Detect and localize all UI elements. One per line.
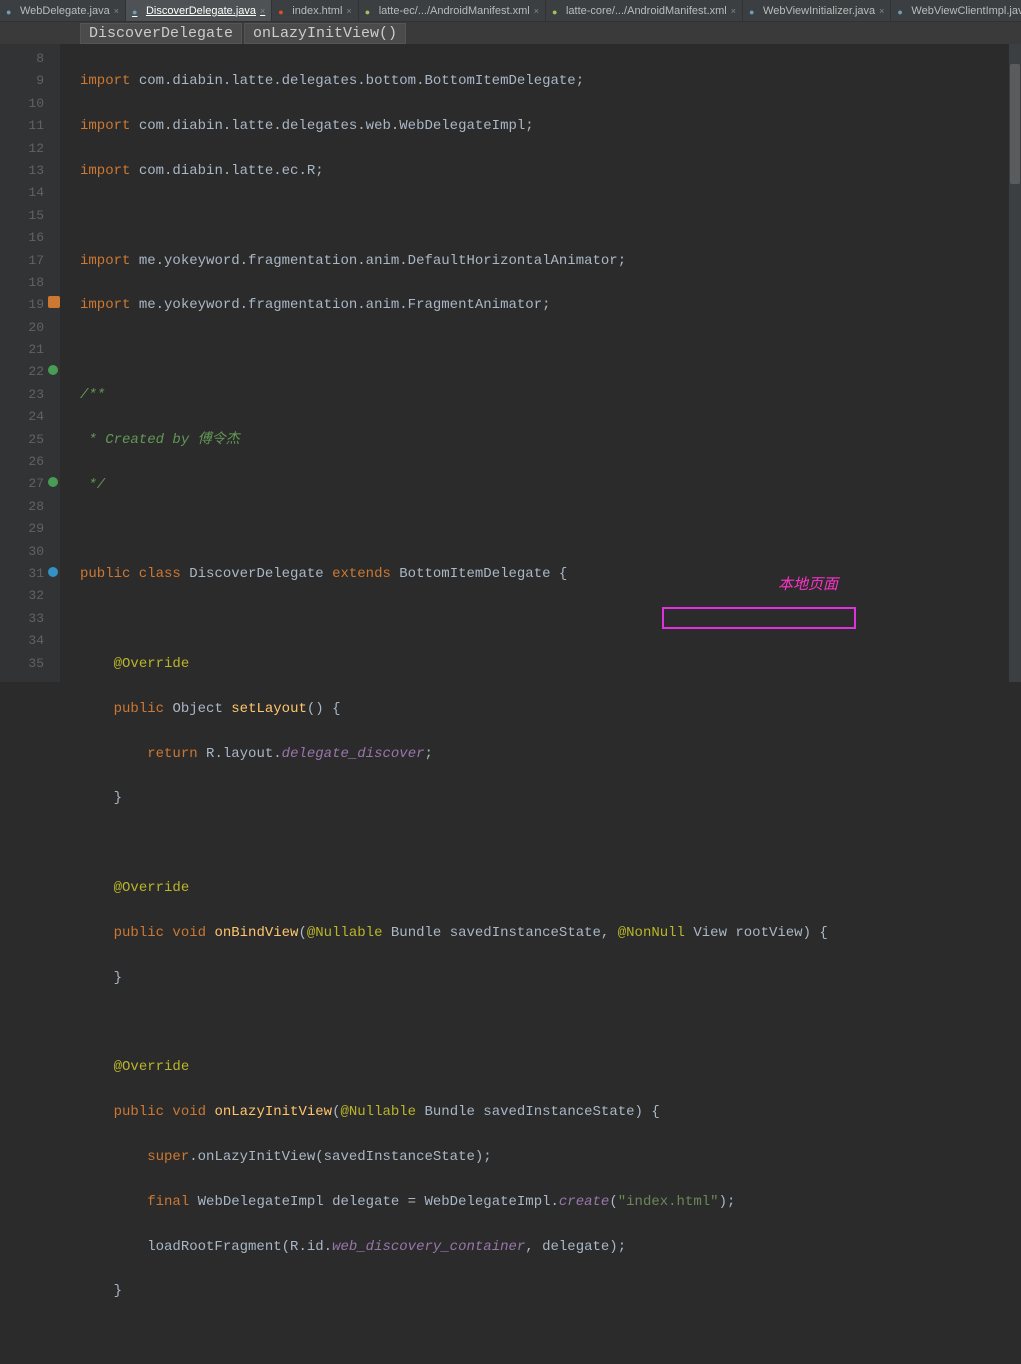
code-pane[interactable]: import com.diabin.latte.delegates.bottom… xyxy=(60,44,1021,682)
java-icon xyxy=(6,6,16,16)
gutter-mark-icon[interactable] xyxy=(48,296,60,308)
close-icon[interactable]: × xyxy=(346,6,351,16)
line-number: 23 xyxy=(0,384,44,406)
tab-index-html[interactable]: index.html× xyxy=(272,0,358,21)
line-number: 18 xyxy=(0,272,44,294)
xml-icon xyxy=(365,6,375,16)
line-number: 25 xyxy=(0,429,44,451)
line-number: 26 xyxy=(0,451,44,473)
line-number: 10 xyxy=(0,93,44,115)
line-number: 28 xyxy=(0,496,44,518)
line-number: 21 xyxy=(0,339,44,361)
line-number: 24 xyxy=(0,406,44,428)
gutter-mark-icon[interactable] xyxy=(48,567,58,577)
tab-webdelegate[interactable]: WebDelegate.java× xyxy=(0,0,126,21)
line-number: 20 xyxy=(0,317,44,339)
line-number: 35 xyxy=(0,653,44,675)
line-number: 32 xyxy=(0,585,44,607)
scrollbar[interactable] xyxy=(1009,44,1021,682)
tab-webviewclientimpl[interactable]: WebViewClientImpl.java× xyxy=(891,0,1021,21)
tab-latte-core-manifest[interactable]: latte-core/.../AndroidManifest.xml× xyxy=(546,0,743,21)
gutter-mark-icon[interactable] xyxy=(48,365,58,375)
breadcrumb: DiscoverDelegate onLazyInitView() xyxy=(0,22,1021,44)
line-number: 29 xyxy=(0,518,44,540)
line-number: 12 xyxy=(0,138,44,160)
editor-area[interactable]: 8910111213141516171819202122232425262728… xyxy=(0,44,1021,682)
gutter: 8910111213141516171819202122232425262728… xyxy=(0,44,60,682)
line-number: 27 xyxy=(0,473,44,495)
line-number: 31 xyxy=(0,563,44,585)
close-icon[interactable]: × xyxy=(114,6,119,16)
close-icon[interactable]: × xyxy=(731,6,736,16)
xml-icon xyxy=(552,6,562,16)
line-number: 14 xyxy=(0,182,44,204)
close-icon[interactable]: × xyxy=(879,6,884,16)
close-icon[interactable]: × xyxy=(260,6,265,16)
scrollbar-thumb[interactable] xyxy=(1010,64,1020,184)
line-number: 17 xyxy=(0,250,44,272)
gutter-mark-icon[interactable] xyxy=(48,477,58,487)
tab-latte-ec-manifest[interactable]: latte-ec/.../AndroidManifest.xml× xyxy=(359,0,546,21)
line-number: 9 xyxy=(0,70,44,92)
line-number: 34 xyxy=(0,630,44,652)
java-icon xyxy=(132,6,142,16)
crumb-class[interactable]: DiscoverDelegate xyxy=(80,23,242,44)
java-icon xyxy=(897,6,907,16)
line-number: 13 xyxy=(0,160,44,182)
line-number: 22 xyxy=(0,361,44,383)
line-number: 16 xyxy=(0,227,44,249)
line-number: 19 xyxy=(0,294,44,316)
line-number: 11 xyxy=(0,115,44,137)
line-number: 33 xyxy=(0,608,44,630)
java-icon xyxy=(749,6,759,16)
crumb-method[interactable]: onLazyInitView() xyxy=(244,23,406,44)
editor-tabs: WebDelegate.java× DiscoverDelegate.java×… xyxy=(0,0,1021,22)
close-icon[interactable]: × xyxy=(534,6,539,16)
line-number: 30 xyxy=(0,541,44,563)
line-number: 8 xyxy=(0,48,44,70)
line-number: 15 xyxy=(0,205,44,227)
tab-webviewinitializer[interactable]: WebViewInitializer.java× xyxy=(743,0,891,21)
html-icon xyxy=(278,6,288,16)
tab-discoverdelegate[interactable]: DiscoverDelegate.java× xyxy=(126,0,272,21)
